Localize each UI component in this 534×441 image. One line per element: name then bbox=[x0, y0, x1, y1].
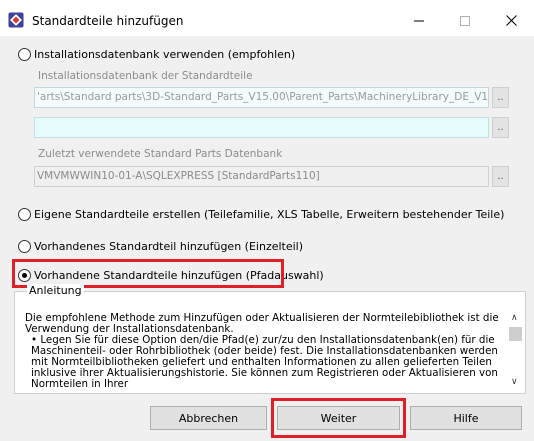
radio-circle[interactable] bbox=[18, 239, 31, 253]
radio-add-path-selection-label: Vorhandene Standardteile hinzufügen (Pfa… bbox=[34, 268, 324, 282]
radio-add-single-part[interactable]: Vorhandenes Standardteil hinzufügen (Ein… bbox=[18, 238, 303, 254]
recent-db-browse-button[interactable]: .. bbox=[492, 166, 509, 187]
second-db-path-field[interactable] bbox=[34, 117, 489, 138]
db-path-field[interactable]: 'arts\Standard parts\3D-Standard_Parts_V… bbox=[34, 87, 489, 108]
radio-circle[interactable] bbox=[18, 207, 31, 221]
scroll-down-icon[interactable]: ∨ bbox=[511, 377, 518, 387]
cancel-button[interactable]: Abbrechen bbox=[150, 406, 267, 430]
close-button[interactable] bbox=[488, 5, 534, 36]
guide-paragraph: Die empfohlene Methode zum Hinzufügen od… bbox=[25, 312, 499, 335]
radio-add-path-selection[interactable]: Vorhandene Standardteile hinzufügen (Pfa… bbox=[18, 267, 324, 283]
maximize-icon bbox=[460, 15, 470, 26]
guide-text: Die empfohlene Methode zum Hinzufügen od… bbox=[25, 313, 505, 390]
title-bar: Standardteile hinzufügen bbox=[0, 5, 534, 36]
scroll-up-icon[interactable]: ∧ bbox=[511, 313, 518, 323]
radio-use-install-db[interactable]: Installationsdatenbank verwenden (empfoh… bbox=[18, 46, 295, 62]
recent-db-label: Zuletzt verwendete Standard Parts Datenb… bbox=[38, 148, 283, 160]
close-icon bbox=[505, 15, 517, 26]
app-icon bbox=[8, 12, 24, 28]
help-button[interactable]: Hilfe bbox=[410, 406, 522, 430]
guide-scrollbar[interactable]: ∧ ∨ bbox=[507, 313, 524, 391]
guide-groupbox: Anleitung Die empfohlene Methode zum Hin… bbox=[14, 284, 526, 394]
dialog-window: Standardteile hinzufügen Installationsda… bbox=[0, 5, 534, 441]
window-title: Standardteile hinzufügen bbox=[32, 14, 184, 28]
radio-create-parts[interactable]: Eigene Standardteile erstellen (Teilefam… bbox=[18, 206, 504, 222]
guide-paragraph: • Legen Sie für diese Option den/die Pfa… bbox=[31, 334, 498, 390]
radio-create-parts-label: Eigene Standardteile erstellen (Teilefam… bbox=[34, 207, 505, 221]
second-db-path-browse-button[interactable]: .. bbox=[492, 117, 509, 138]
minimize-button[interactable] bbox=[396, 5, 442, 36]
minimize-icon bbox=[414, 20, 424, 21]
guide-title: Anleitung bbox=[27, 284, 84, 297]
radio-use-install-db-label: Installationsdatenbank verwenden (empfoh… bbox=[34, 47, 296, 61]
scroll-thumb[interactable] bbox=[509, 327, 522, 341]
db-field-label: Installationsdatenbank der Standardteile bbox=[38, 70, 253, 82]
maximize-button[interactable] bbox=[442, 5, 488, 36]
radio-circle-checked[interactable] bbox=[18, 268, 31, 282]
recent-db-field[interactable]: VMVMWWIN10-01-A\SQLEXPRESS [StandardPart… bbox=[34, 166, 489, 187]
radio-add-single-part-label: Vorhandenes Standardteil hinzufügen (Ein… bbox=[34, 239, 304, 253]
radio-circle[interactable] bbox=[18, 47, 31, 61]
next-button[interactable]: Weiter bbox=[277, 406, 400, 430]
db-path-browse-button[interactable]: .. bbox=[492, 87, 509, 108]
